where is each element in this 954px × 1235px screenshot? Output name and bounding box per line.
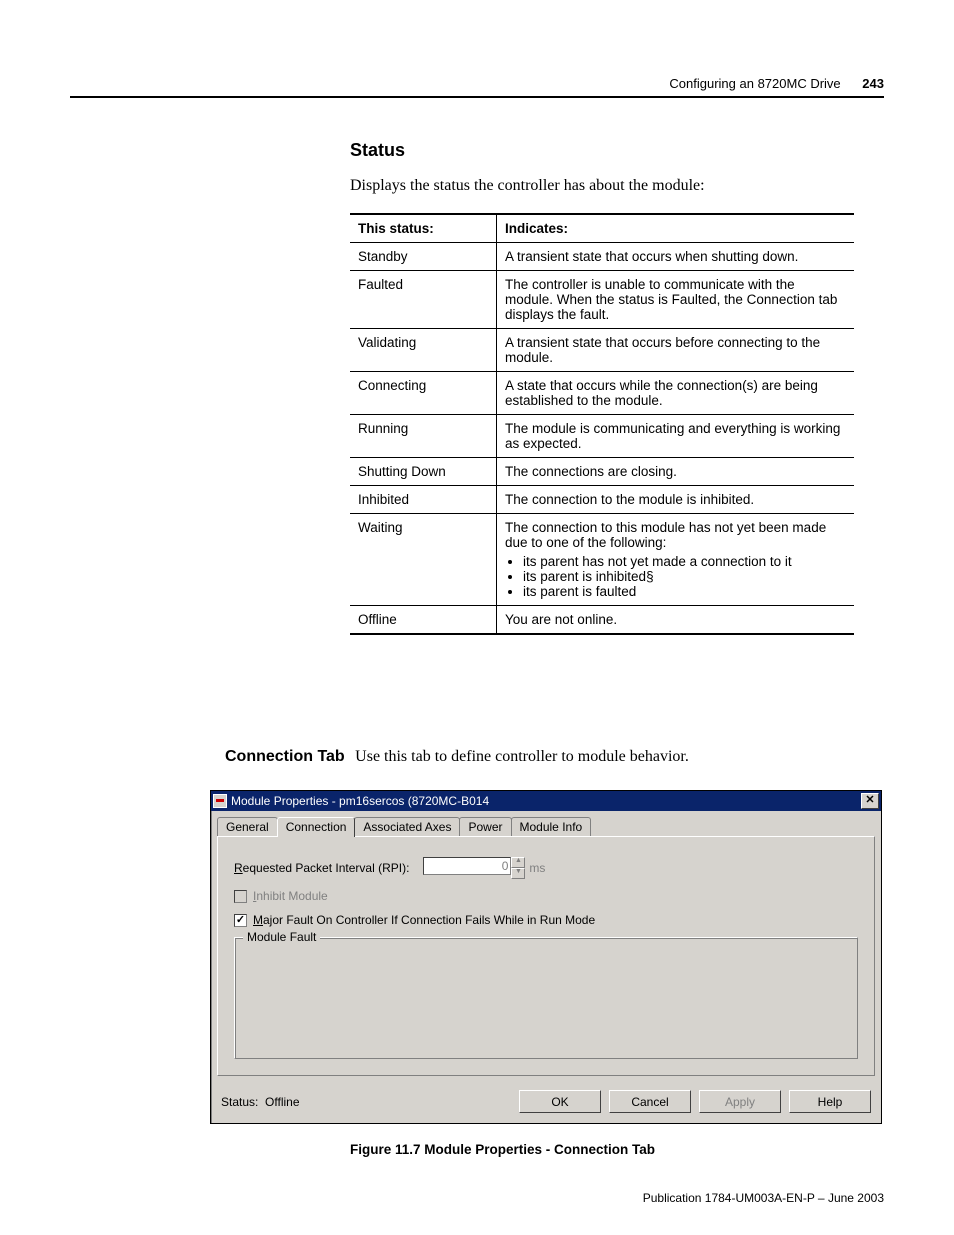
publication-footer: Publication 1784-UM003A-EN-P – June 2003 (643, 1191, 884, 1205)
table-header-row: This status: Indicates: (350, 214, 854, 243)
spinner-up-icon[interactable]: ▲ (511, 857, 525, 868)
connection-tab-intro: Use this tab to define controller to mod… (355, 748, 689, 765)
inhibit-row: Inhibit Module Inhibit Module (234, 889, 858, 903)
rpi-input[interactable] (423, 857, 511, 875)
status-heading: Status (350, 140, 854, 161)
app-icon (213, 794, 227, 808)
connection-tab-panel: RRequested Packet Interval (RPI):equeste… (217, 836, 875, 1076)
table-header-status: This status: (350, 214, 497, 243)
table-row: Standby A transient state that occurs wh… (350, 243, 854, 271)
major-fault-label: Major Fault On Controller If Connection … (253, 913, 595, 927)
status-value: Offline (265, 1095, 299, 1109)
table-row: Shutting Down The connections are closin… (350, 458, 854, 486)
desc-cell: The connection to this module has not ye… (497, 514, 855, 606)
table-row: Waiting The connection to this module ha… (350, 514, 854, 606)
table-row: Offline You are not online. (350, 606, 854, 635)
status-cell: Shutting Down (350, 458, 497, 486)
status-cell: Faulted (350, 271, 497, 329)
cancel-button[interactable]: Cancel (609, 1090, 691, 1113)
tab-power[interactable]: Power (459, 817, 511, 836)
status-cell: Offline (350, 606, 497, 635)
status-table: This status: Indicates: Standby A transi… (350, 213, 854, 635)
desc-cell: A transient state that occurs when shutt… (497, 243, 855, 271)
close-icon: ✕ (865, 794, 874, 806)
help-button[interactable]: Help (789, 1090, 871, 1113)
status-cell: Running (350, 415, 497, 458)
figure-caption: Figure 11.7 Module Properties - Connecti… (350, 1142, 655, 1157)
dialog-title: Module Properties - pm16sercos (8720MC-B… (231, 794, 861, 808)
dialog-footer: Status: Offline OK Cancel Apply Help (211, 1076, 881, 1123)
waiting-desc-text: The connection to this module has not ye… (505, 520, 826, 550)
table-row: Connecting A state that occurs while the… (350, 372, 854, 415)
desc-cell: The controller is unable to communicate … (497, 271, 855, 329)
status-cell: Inhibited (350, 486, 497, 514)
rpi-spinner[interactable]: ▲ ▼ (423, 857, 525, 879)
status-intro: Displays the status the controller has a… (350, 177, 854, 195)
titlebar[interactable]: Module Properties - pm16sercos (8720MC-B… (211, 791, 881, 811)
status-cell: Validating (350, 329, 497, 372)
module-properties-dialog: Module Properties - pm16sercos (8720MC-B… (210, 790, 882, 1124)
spinner-down-icon[interactable]: ▼ (511, 868, 525, 879)
desc-cell: A state that occurs while the connection… (497, 372, 855, 415)
close-button[interactable]: ✕ (861, 793, 879, 809)
page-number: 243 (862, 76, 884, 91)
table-row: Validating A transient state that occurs… (350, 329, 854, 372)
running-header: Configuring an 8720MC Drive 243 (669, 76, 884, 91)
table-header-indicates: Indicates: (497, 214, 855, 243)
tab-module-info[interactable]: Module Info (511, 817, 592, 836)
tabstrip: General Connection Associated Axes Power… (211, 811, 881, 836)
ok-button[interactable]: OK (519, 1090, 601, 1113)
major-fault-row: ✓ Major Fault On Controller If Connectio… (234, 913, 858, 927)
list-item: its parent is faulted (523, 584, 846, 599)
list-item: its parent has not yet made a connection… (523, 554, 846, 569)
desc-cell: The connections are closing. (497, 458, 855, 486)
connection-tab-section: Connection Tab Use this tab to define co… (225, 748, 854, 766)
table-row: Running The module is communicating and … (350, 415, 854, 458)
module-fault-legend: Module Fault (243, 930, 320, 944)
status-cell: Standby (350, 243, 497, 271)
rpi-unit: ms (529, 861, 545, 875)
apply-button: Apply (699, 1090, 781, 1113)
desc-cell: You are not online. (497, 606, 855, 635)
connection-tab-heading: Connection Tab (225, 748, 345, 766)
spinner-buttons[interactable]: ▲ ▼ (511, 857, 525, 879)
table-row: Faulted The controller is unable to comm… (350, 271, 854, 329)
tab-general[interactable]: General (217, 817, 278, 836)
module-fault-groupbox: Module Fault (234, 937, 858, 1059)
desc-cell: The module is communicating and everythi… (497, 415, 855, 458)
tab-connection[interactable]: Connection (277, 817, 356, 837)
main-content: Status Displays the status the controlle… (350, 140, 854, 635)
status-cell: Connecting (350, 372, 497, 415)
status-label: Status: (221, 1095, 258, 1109)
list-item: its parent is inhibited§ (523, 569, 846, 584)
check-icon: ✓ (236, 914, 245, 926)
table-row: Inhibited The connection to the module i… (350, 486, 854, 514)
rpi-label: RRequested Packet Interval (RPI):equeste… (234, 861, 409, 875)
waiting-bullets: its parent has not yet made a connection… (523, 554, 846, 599)
page: Configuring an 8720MC Drive 243 Status D… (0, 0, 954, 1235)
desc-cell: A transient state that occurs before con… (497, 329, 855, 372)
inhibit-label: Inhibit Module (253, 889, 328, 903)
status-cell: Waiting (350, 514, 497, 606)
desc-cell: The connection to the module is inhibite… (497, 486, 855, 514)
chapter-title: Configuring an 8720MC Drive (669, 76, 840, 91)
rpi-row: RRequested Packet Interval (RPI):equeste… (234, 857, 858, 879)
tab-associated-axes[interactable]: Associated Axes (354, 817, 460, 836)
header-rule (70, 96, 884, 98)
status-bar: Status: Offline (221, 1095, 511, 1109)
major-fault-checkbox[interactable]: ✓ (234, 914, 247, 927)
inhibit-checkbox (234, 890, 247, 903)
